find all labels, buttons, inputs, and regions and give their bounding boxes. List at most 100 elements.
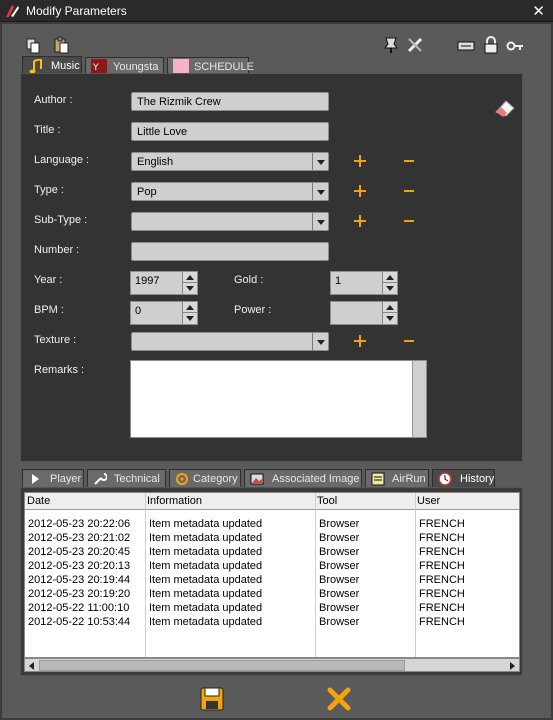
decrement-icon[interactable] bbox=[182, 313, 197, 324]
chevron-down-icon[interactable] bbox=[312, 213, 328, 230]
increment-icon[interactable] bbox=[382, 302, 397, 313]
tab-youngsta-label: Youngsta bbox=[113, 61, 159, 73]
gold-stepper[interactable]: 1 bbox=[330, 271, 398, 295]
cell-date: 2012-05-23 20:22:06 bbox=[28, 518, 131, 530]
tab-category-label: Category bbox=[193, 473, 238, 485]
texture-select[interactable] bbox=[131, 332, 329, 351]
save-icon[interactable] bbox=[199, 686, 225, 712]
chevron-down-icon[interactable] bbox=[312, 183, 328, 200]
title-bar: Modify Parameters ✕ bbox=[0, 0, 553, 22]
tab-history[interactable]: History bbox=[432, 469, 495, 488]
cell-information: Item metadata updated bbox=[149, 546, 263, 558]
power-label: Power : bbox=[234, 304, 272, 316]
chevron-down-icon[interactable] bbox=[312, 153, 328, 170]
tab-technical[interactable]: Technical bbox=[87, 469, 166, 488]
remove-subtype-button[interactable] bbox=[404, 220, 414, 222]
add-type-button[interactable] bbox=[354, 185, 366, 197]
scroll-right-icon[interactable] bbox=[506, 660, 518, 671]
subtype-select[interactable] bbox=[131, 212, 329, 231]
title-field[interactable]: Little Love bbox=[131, 122, 329, 141]
remarks-scrollbar[interactable] bbox=[412, 361, 426, 437]
tab-airrun[interactable]: AirRun bbox=[365, 469, 429, 488]
scroll-left-icon[interactable] bbox=[26, 660, 38, 671]
scrollbar-thumb[interactable] bbox=[39, 660, 405, 671]
cell-information: Item metadata updated bbox=[149, 602, 263, 614]
table-row[interactable]: 2012-05-23 20:21:02 Item metadata update… bbox=[25, 531, 519, 545]
copy-icon[interactable] bbox=[24, 37, 42, 55]
cell-date: 2012-05-22 11:00:10 bbox=[28, 602, 130, 614]
tab-airrun-label: AirRun bbox=[392, 473, 426, 485]
author-field[interactable]: The Rizmik Crew bbox=[131, 92, 329, 111]
category-icon bbox=[176, 473, 188, 485]
history-panel: Date Information Tool User 2012-05-23 20… bbox=[20, 487, 523, 676]
table-row[interactable]: 2012-05-23 20:19:44 Item metadata update… bbox=[25, 573, 519, 587]
add-subtype-button[interactable] bbox=[354, 215, 366, 227]
increment-icon[interactable] bbox=[182, 302, 197, 313]
column-header-user[interactable]: User bbox=[417, 495, 440, 507]
gold-label: Gold : bbox=[234, 274, 264, 286]
tab-category[interactable]: Category bbox=[169, 469, 241, 488]
pin-icon[interactable] bbox=[382, 36, 400, 54]
number-field[interactable] bbox=[131, 242, 329, 261]
table-row[interactable]: 2012-05-23 20:22:06 Item metadata update… bbox=[25, 517, 519, 531]
add-texture-button[interactable] bbox=[354, 335, 366, 347]
cell-information: Item metadata updated bbox=[149, 574, 263, 586]
table-row[interactable]: 2012-05-23 20:20:13 Item metadata update… bbox=[25, 559, 519, 573]
cell-user: FRENCH bbox=[419, 532, 465, 544]
cancel-x-icon[interactable] bbox=[326, 686, 352, 712]
table-row[interactable]: 2012-05-23 20:20:45 Item metadata update… bbox=[25, 545, 519, 559]
cell-tool: Browser bbox=[319, 518, 360, 530]
bpm-stepper[interactable]: 0 bbox=[130, 301, 198, 325]
cell-user: FRENCH bbox=[419, 546, 465, 558]
svg-text:Y: Y bbox=[92, 63, 99, 73]
keyboard-icon[interactable] bbox=[457, 37, 475, 55]
history-table[interactable]: Date Information Tool User 2012-05-23 20… bbox=[24, 492, 520, 658]
subtype-label: Sub-Type : bbox=[34, 214, 88, 226]
column-header-tool[interactable]: Tool bbox=[317, 495, 337, 507]
decrement-icon[interactable] bbox=[382, 283, 397, 294]
type-select[interactable]: Pop bbox=[131, 182, 329, 201]
key-icon[interactable] bbox=[506, 37, 524, 55]
cell-user: FRENCH bbox=[419, 518, 465, 530]
increment-icon[interactable] bbox=[182, 272, 197, 283]
tab-associated-image[interactable]: Associated Image bbox=[244, 469, 362, 488]
cell-date: 2012-05-23 20:20:45 bbox=[28, 546, 131, 558]
remove-language-button[interactable] bbox=[404, 160, 414, 162]
increment-icon[interactable] bbox=[382, 272, 397, 283]
paste-icon[interactable] bbox=[52, 36, 70, 54]
type-label: Type : bbox=[34, 184, 64, 196]
tab-music-label: Music bbox=[51, 60, 80, 72]
table-row[interactable]: 2012-05-22 10:53:44 Item metadata update… bbox=[25, 615, 519, 629]
tab-player-label: Player bbox=[50, 473, 82, 485]
remarks-textarea[interactable] bbox=[130, 360, 427, 438]
table-row[interactable]: 2012-05-23 20:19:20 Item metadata update… bbox=[25, 587, 519, 601]
column-header-date[interactable]: Date bbox=[27, 495, 50, 507]
decrement-icon[interactable] bbox=[382, 313, 397, 324]
wrench-icon bbox=[94, 473, 107, 485]
cell-user: FRENCH bbox=[419, 574, 465, 586]
year-stepper[interactable]: 1997 bbox=[130, 271, 198, 295]
history-horizontal-scrollbar[interactable] bbox=[24, 658, 520, 672]
chevron-down-icon[interactable] bbox=[312, 333, 328, 350]
lock-icon[interactable] bbox=[482, 36, 500, 54]
remove-type-button[interactable] bbox=[404, 190, 414, 192]
texture-label: Texture : bbox=[34, 334, 77, 346]
add-language-button[interactable] bbox=[354, 155, 366, 167]
table-row[interactable]: 2012-05-22 11:00:10 Item metadata update… bbox=[25, 601, 519, 615]
tools-icon[interactable] bbox=[406, 36, 424, 54]
cell-tool: Browser bbox=[319, 532, 360, 544]
decrement-icon[interactable] bbox=[182, 283, 197, 294]
eraser-icon[interactable] bbox=[494, 98, 516, 118]
author-label: Author : bbox=[34, 94, 73, 106]
language-select[interactable]: English bbox=[131, 152, 329, 171]
cell-information: Item metadata updated bbox=[149, 616, 263, 628]
close-icon[interactable]: ✕ bbox=[532, 2, 545, 20]
cell-information: Item metadata updated bbox=[149, 560, 263, 572]
tab-player[interactable]: Player bbox=[22, 469, 84, 488]
type-value: Pop bbox=[137, 186, 157, 198]
remove-texture-button[interactable] bbox=[404, 340, 414, 342]
column-header-information[interactable]: Information bbox=[147, 495, 202, 507]
cell-date: 2012-05-23 20:19:20 bbox=[28, 588, 131, 600]
cell-date: 2012-05-23 20:20:13 bbox=[28, 560, 131, 572]
power-stepper[interactable] bbox=[330, 301, 398, 325]
